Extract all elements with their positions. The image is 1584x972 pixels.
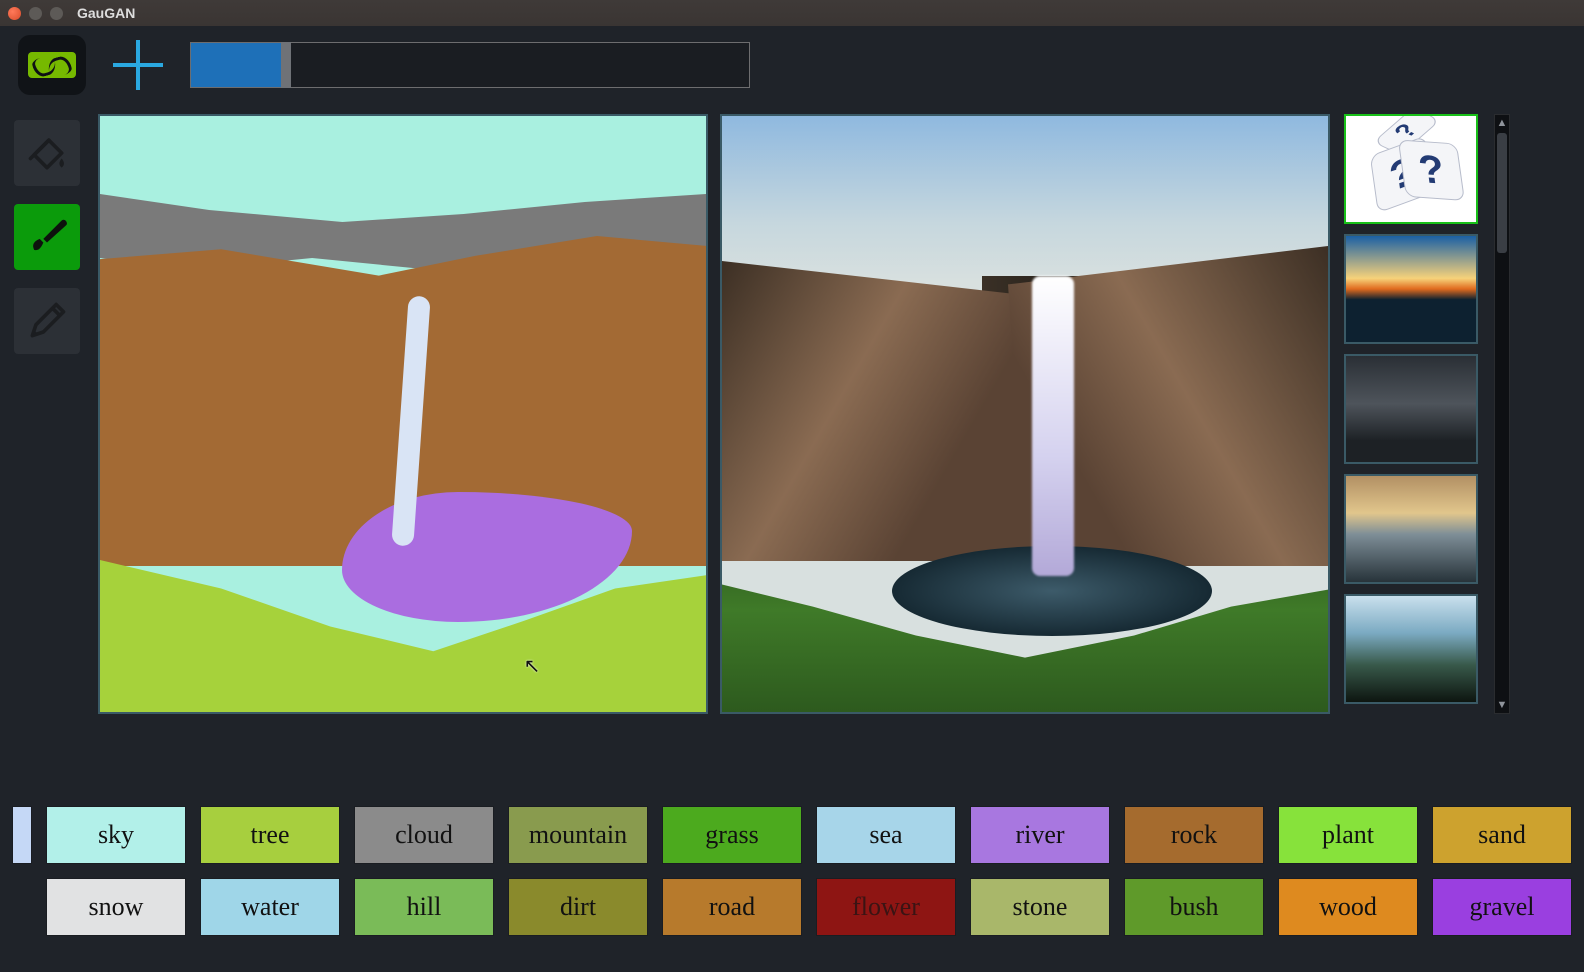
swatch-tree[interactable]: tree [200,806,340,864]
window-title: GauGAN [77,5,135,21]
dice-face-right: ? [1398,139,1465,201]
canvas-pair: ↖ [98,114,1330,714]
style-thumbnails: ? ? ? ▲ ▼ [1344,114,1510,714]
swatch-sand[interactable]: sand [1432,806,1572,864]
window-close-button[interactable] [8,7,21,20]
swatch-label: gravel [1470,892,1535,922]
out-cliff-left [722,261,1042,561]
swatch-label: wood [1319,892,1377,922]
swatch-label: water [241,892,299,922]
topbar [0,26,1584,104]
swatch-label: stone [1013,892,1068,922]
tool-brush-button[interactable] [14,204,80,270]
swatch-label: road [709,892,755,922]
swatch-dirt[interactable]: dirt [508,878,648,936]
scroll-thumb[interactable] [1497,133,1507,253]
style-thumb-random[interactable]: ? ? ? [1344,114,1478,224]
swatch-bush[interactable]: bush [1124,878,1264,936]
swatch-plant[interactable]: plant [1278,806,1418,864]
app-window: GauGAN [0,0,1584,972]
swatch-river[interactable]: river [970,806,1110,864]
swatch-flower[interactable]: flower [816,878,956,936]
swatch-label: sea [869,820,902,850]
out-waterfall [1032,276,1074,576]
tool-fill-button[interactable] [14,120,80,186]
style-thumbnails-list: ? ? ? [1344,114,1488,714]
slider-thumb[interactable] [281,42,291,88]
style-thumb-3[interactable] [1344,474,1478,584]
swatch-wood[interactable]: wood [1278,878,1418,936]
swatch-sea[interactable]: sea [816,806,956,864]
style-thumb-4[interactable] [1344,594,1478,704]
new-canvas-button[interactable] [104,35,172,95]
style-thumb-2[interactable] [1344,354,1478,464]
paint-bucket-icon [25,131,69,175]
nvidia-logo-button[interactable] [18,35,86,95]
window-maximize-button[interactable] [50,7,63,20]
scroll-down-icon[interactable]: ▼ [1495,697,1509,713]
swatch-hill[interactable]: hill [354,878,494,936]
swatch-label: hill [407,892,442,922]
tool-pencil-button[interactable] [14,288,80,354]
brush-icon [25,215,69,259]
swatch-label: tree [251,820,290,850]
swatch-label: rock [1171,820,1217,850]
swatch-gravel[interactable]: gravel [1432,878,1572,936]
swatch-grass[interactable]: grass [662,806,802,864]
swatch-label: grass [705,820,758,850]
swatch-road[interactable]: road [662,878,802,936]
swatch-snow[interactable]: snow [46,878,186,936]
swatch-label: sand [1478,820,1526,850]
tool-palette [14,114,84,354]
scroll-up-icon[interactable]: ▲ [1495,115,1509,131]
main-row: ↖ ? ? ? [0,104,1584,788]
swatch-sky[interactable]: sky [46,806,186,864]
swatch-mountain[interactable]: mountain [508,806,648,864]
swatch-label: river [1015,820,1064,850]
swatch-rock[interactable]: rock [1124,806,1264,864]
segmentation-canvas[interactable]: ↖ [98,114,708,714]
material-palette: sky tree cloud mountain grass sea river rock pla… [46,806,1572,936]
swatch-label: sky [98,820,134,850]
swatch-label: mountain [529,820,627,850]
swatch-label: dirt [560,892,596,922]
titlebar: GauGAN [0,0,1584,26]
dice-icon: ? ? ? [1346,116,1476,222]
swatch-label: cloud [395,820,453,850]
brush-size-slider[interactable] [190,42,750,88]
swatch-stone[interactable]: stone [970,878,1110,936]
current-color-swatch[interactable] [12,806,32,864]
swatch-water[interactable]: water [200,878,340,936]
style-scrollbar[interactable]: ▲ ▼ [1494,114,1510,714]
pencil-icon [25,299,69,343]
nvidia-logo-icon [28,52,76,78]
swatch-label: bush [1169,892,1218,922]
slider-fill [191,43,286,87]
cursor-icon: ↖ [524,654,541,679]
swatch-cloud[interactable]: cloud [354,806,494,864]
swatch-label: plant [1322,820,1374,850]
output-image [720,114,1330,714]
swatch-label: flower [852,892,920,922]
palette-row: sky tree cloud mountain grass sea river rock pla… [0,788,1584,972]
style-thumb-1[interactable] [1344,234,1478,344]
swatch-label: snow [89,892,144,922]
window-minimize-button[interactable] [29,7,42,20]
